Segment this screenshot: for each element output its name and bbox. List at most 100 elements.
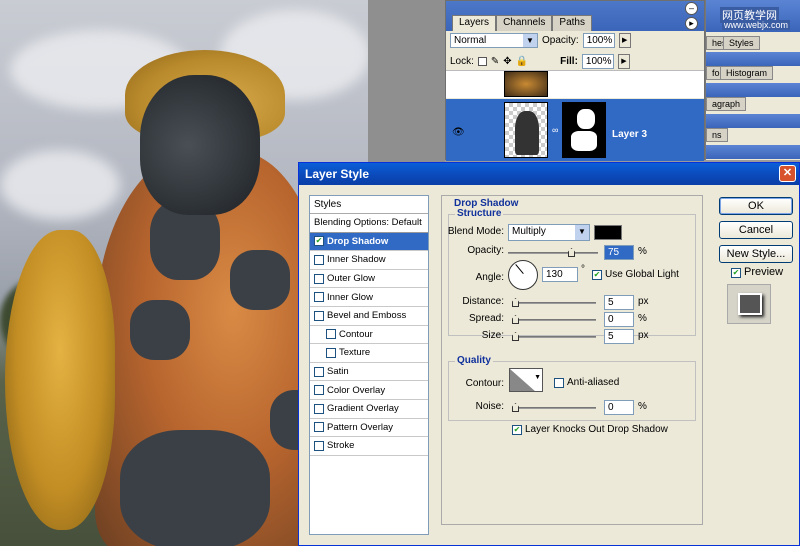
panel-menu-icon[interactable]: ▸ [685,17,698,30]
tab-styles[interactable]: Styles [723,36,760,50]
size-slider[interactable] [512,332,596,341]
layer-name[interactable]: Layer 3 [612,129,647,140]
tab-paths[interactable]: Paths [552,15,592,31]
preview-label[interactable]: Preview [744,266,783,278]
opacity-label: Opacity: [467,245,504,256]
effect-checkbox[interactable] [326,329,336,340]
effect-checkbox[interactable] [314,403,324,414]
structure-legend: Structure [455,208,504,219]
distance-field[interactable]: 5 [604,295,634,310]
layer-row-selected[interactable]: 👁 ∞ Layer 3 [446,99,704,161]
knockout-checkbox[interactable] [512,425,522,435]
effect-label: Satin [327,366,349,378]
distance-label: Distance: [462,296,504,307]
lock-move-icon[interactable]: ✥ [503,56,511,67]
effect-checkbox[interactable] [314,366,324,377]
effect-item-outer-glow[interactable]: Outer Glow [310,270,428,289]
effect-checkbox[interactable] [314,292,324,303]
blend-mode-select[interactable]: Normal ▼ [450,33,538,48]
angle-field[interactable]: 130 [542,267,578,282]
opacity-slider[interactable] [508,248,598,257]
noise-field[interactable]: 0 [604,400,634,415]
tab-actions[interactable]: ns [706,128,728,142]
effect-item-satin[interactable]: Satin [310,363,428,382]
cancel-button[interactable]: Cancel [719,221,793,239]
lock-transparent-icon[interactable] [477,57,487,66]
effect-item-color-overlay[interactable]: Color Overlay [310,381,428,400]
effect-item-stroke[interactable]: Stroke [310,437,428,456]
opacity-field[interactable]: 100% [582,33,615,48]
layer-mask-thumbnail [562,102,606,158]
styles-header[interactable]: Styles [310,196,428,214]
new-style-button[interactable]: New Style... [719,245,793,263]
spread-field[interactable]: 0 [604,312,634,327]
contour-picker[interactable]: ▼ [509,368,543,392]
effect-checkbox[interactable] [314,273,324,284]
size-field[interactable]: 5 [604,329,634,344]
effect-label: Pattern Overlay [327,421,393,433]
opacity-field[interactable]: 75 [604,245,634,260]
ok-button[interactable]: OK [719,197,793,215]
effect-label: Inner Shadow [327,254,386,266]
anti-aliased-label[interactable]: Anti-aliased [567,377,619,388]
angle-wheel[interactable] [508,260,538,290]
effect-checkbox[interactable] [314,254,324,265]
layers-panel-tabs: Layers Channels Paths – ▸ [446,1,704,31]
blending-options-item[interactable]: Blending Options: Default [310,214,428,233]
effect-label: Inner Glow [327,291,373,303]
eye-icon[interactable]: 👁 [452,127,465,138]
noise-slider[interactable] [512,403,596,412]
spread-slider[interactable] [512,315,596,324]
shadow-blend-mode-select[interactable]: Multiply ▼ [508,224,590,241]
effect-item-inner-glow[interactable]: Inner Glow [310,288,428,307]
effect-checkbox[interactable] [314,440,324,451]
knockout-label[interactable]: Layer Knocks Out Drop Shadow [525,424,668,435]
fill-slider-button[interactable]: ▶ [617,54,630,69]
fill-field[interactable]: 100% [581,54,614,69]
effect-checkbox[interactable] [314,310,324,321]
effect-item-inner-shadow[interactable]: Inner Shadow [310,251,428,270]
distance-slider[interactable] [512,298,596,307]
lock-brush-icon[interactable]: ✎ [491,56,499,67]
effect-label: Texture [339,347,371,359]
effect-label: Contour [339,328,373,340]
use-global-light-label[interactable]: Use Global Light [605,269,679,280]
fill-label: Fill: [560,56,578,67]
effect-item-drop-shadow[interactable]: Drop Shadow [310,232,428,252]
watermark-url: www.webjx.com [722,20,791,30]
effect-checkbox[interactable] [326,347,336,358]
style-preview [727,284,771,324]
px-unit: px [638,296,649,307]
blend-mode-label: Blend Mode: [447,226,504,237]
px-unit: px [638,330,649,341]
tab-paragraph[interactable]: agraph [706,97,747,111]
opacity-slider-button[interactable]: ▶ [618,33,631,48]
effect-item-pattern-overlay[interactable]: Pattern Overlay [310,419,428,438]
link-icon[interactable]: ∞ [552,125,558,135]
effect-label: Stroke [327,440,355,452]
effect-checkbox[interactable] [314,236,324,247]
effect-label: Color Overlay [327,384,386,396]
effect-checkbox[interactable] [314,385,324,396]
effect-item-contour[interactable]: Contour [310,326,428,345]
shadow-blend-mode-value: Multiply [512,226,546,237]
effect-item-texture[interactable]: Texture [310,344,428,363]
preview-checkbox[interactable] [731,268,741,278]
effect-label: Bevel and Emboss [327,310,407,322]
tab-layers[interactable]: Layers [452,15,497,31]
tab-histogram[interactable]: Histogram [720,66,774,80]
effect-item-bevel-and-emboss[interactable]: Bevel and Emboss [310,307,428,326]
lock-all-icon[interactable]: 🔒 [516,56,528,67]
anti-aliased-checkbox[interactable] [554,378,564,388]
effect-item-gradient-overlay[interactable]: Gradient Overlay [310,400,428,419]
minimize-icon[interactable]: – [685,2,698,15]
tab-channels[interactable]: Channels [496,15,553,31]
close-icon[interactable]: ✕ [779,165,796,182]
layers-panel: Layers Channels Paths – ▸ Normal ▼ Opaci… [445,0,705,161]
layer-row[interactable] [446,70,704,98]
effect-checkbox[interactable] [314,422,324,433]
use-global-light-checkbox[interactable] [592,270,602,280]
shadow-color-swatch[interactable] [594,225,622,240]
percent-unit: % [638,401,647,412]
contour-label: Contour: [465,378,504,389]
